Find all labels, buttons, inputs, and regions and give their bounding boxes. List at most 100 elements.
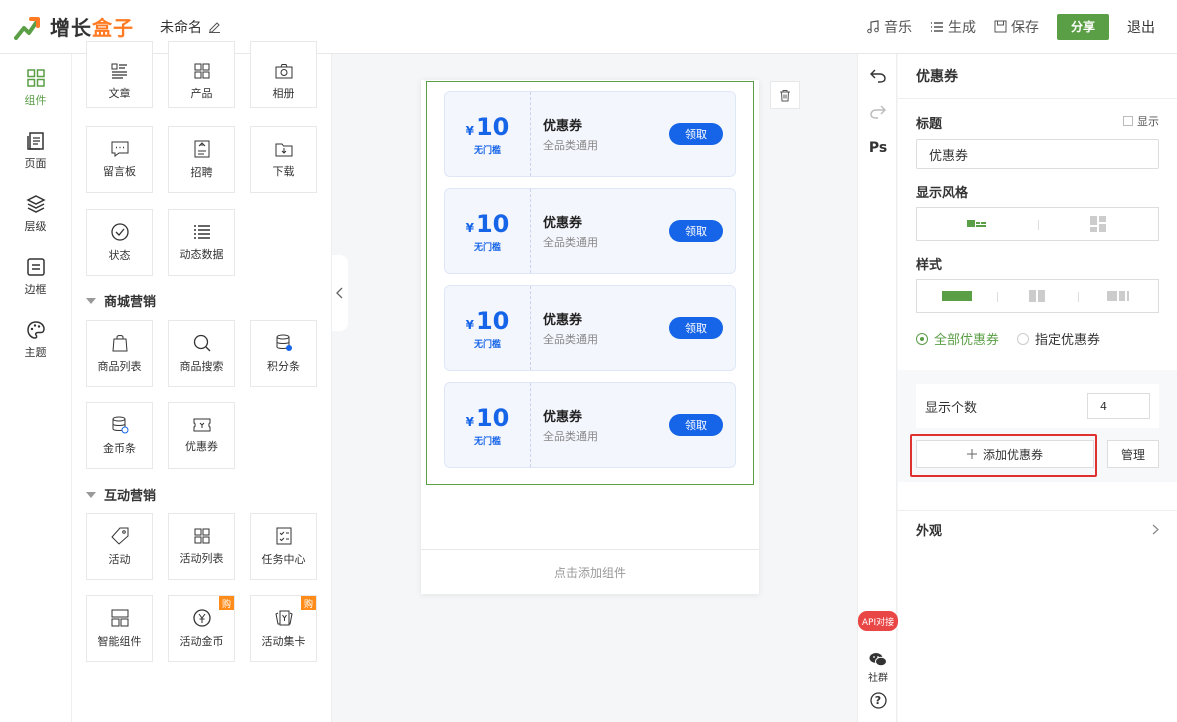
rail-label-components: 组件 <box>24 93 47 107</box>
show-title-toggle[interactable]: 显示 <box>1123 113 1159 129</box>
api-badge[interactable]: API对接 <box>858 611 898 631</box>
share-button[interactable]: 分享 <box>1057 13 1109 40</box>
rail-item-theme[interactable]: 主题 <box>0 308 71 371</box>
widget-label: 相册 <box>272 86 295 100</box>
check-circle-icon <box>110 222 129 241</box>
widget-recruit[interactable]: 招聘 <box>168 126 235 193</box>
coupon-value: ¥10 无门槛 <box>445 286 531 370</box>
widget-label: 优惠券 <box>185 439 218 453</box>
coupon-card: ¥10 无门槛 优惠券 全品类通用 领取 <box>444 382 736 468</box>
widget-article[interactable]: 文章 <box>86 41 153 108</box>
radio-dot[interactable] <box>1017 332 1030 345</box>
title-label: 标题 <box>916 117 943 132</box>
single-column-icon <box>942 291 973 301</box>
widget-label: 活动金币 <box>179 634 224 648</box>
display-count-label: 显示个数 <box>925 400 978 416</box>
pattern-option-scroll[interactable] <box>1077 280 1158 312</box>
music-icon <box>867 19 879 33</box>
style-option-grid[interactable] <box>1037 208 1159 240</box>
radio-specific-coupons[interactable]: 指定优惠券 <box>1017 329 1100 348</box>
product-icon <box>194 63 209 78</box>
widget-smart-component[interactable]: 智能组件 <box>86 595 153 662</box>
add-component-button[interactable]: 点击添加组件 <box>421 549 759 594</box>
widget-status[interactable]: 状态 <box>86 209 153 276</box>
settings-panel: 优惠券 标题 显示 优惠券 显示风格 样式 全部优惠券 指定优惠券 显示个数 4… <box>898 54 1177 722</box>
grid-icon <box>26 68 45 87</box>
widget-product-search[interactable]: 商品搜索 <box>168 320 235 387</box>
widget-activity-list[interactable]: 活动列表 <box>168 513 235 580</box>
exit-button[interactable]: 退出 <box>1127 17 1155 37</box>
manage-button[interactable]: 管理 <box>1107 440 1159 468</box>
rail-label-theme: 主题 <box>24 345 47 359</box>
coupon-condition: 无门槛 <box>473 145 501 156</box>
show-label: 显示 <box>1137 115 1159 128</box>
article-icon <box>111 63 127 79</box>
music-button[interactable]: 音乐 <box>866 17 912 37</box>
widget-product-list[interactable]: 商品列表 <box>86 320 153 387</box>
delete-component-button[interactable] <box>770 81 800 109</box>
radio-all-coupons[interactable]: 全部优惠券 <box>916 329 999 348</box>
display-count-input[interactable]: 4 <box>1087 393 1150 419</box>
grid-style-icon <box>1089 216 1106 232</box>
widget-activity[interactable]: 活动 <box>86 513 153 580</box>
collapse-panel-handle[interactable] <box>332 255 348 331</box>
radio-specific-label: 指定优惠券 <box>1035 333 1101 348</box>
rail-item-border[interactable]: 边框 <box>0 245 71 308</box>
widget-label: 文章 <box>108 86 131 100</box>
widget-coupon[interactable]: 优惠券 <box>168 402 235 469</box>
coupon-amount: 10 <box>475 112 510 141</box>
section-interactive-marketing[interactable]: 互动营销 <box>86 485 156 504</box>
radio-dot-selected[interactable] <box>916 332 928 345</box>
rail-item-components[interactable]: 组件 <box>0 56 71 119</box>
rail-item-pages[interactable]: 页面 <box>0 119 71 182</box>
brand-name-b: 盒子 <box>92 16 134 40</box>
show-checkbox[interactable] <box>1123 116 1133 126</box>
coupon-currency: ¥ <box>465 123 474 138</box>
doc-name[interactable]: 未命名 <box>160 17 221 37</box>
widget-album[interactable]: 相册 <box>250 41 317 108</box>
border-icon <box>26 257 45 276</box>
generate-button[interactable]: 生成 <box>930 17 976 37</box>
widget-label: 产品 <box>190 86 213 100</box>
logo: 增长盒子 <box>14 12 134 41</box>
coupon-condition: 无门槛 <box>473 242 501 253</box>
edit-icon[interactable] <box>208 20 221 33</box>
download-icon <box>275 143 292 156</box>
widget-points-bar[interactable]: 积分条 <box>250 320 317 387</box>
community-button[interactable]: 社群 <box>858 650 898 686</box>
save-button[interactable]: 保存 <box>994 17 1039 37</box>
widget-activity-coin[interactable]: 购 活动金币 <box>168 595 235 662</box>
coupon-condition: 无门槛 <box>473 339 501 350</box>
coupon-component-selected[interactable]: ¥10 无门槛 优惠券 全品类通用 领取 ¥10 无门槛 优惠券 全品类通用 领… <box>426 81 754 485</box>
style-option-list[interactable] <box>917 208 1038 240</box>
save-icon <box>994 20 1007 33</box>
title-input[interactable]: 优惠券 <box>916 139 1159 169</box>
help-button[interactable]: ? <box>858 690 898 710</box>
widget-gold-bar[interactable]: 金币条 <box>86 402 153 469</box>
widget-message-board[interactable]: 留言板 <box>86 126 153 193</box>
redo-button[interactable] <box>858 102 898 122</box>
coupon-card: ¥10 无门槛 优惠券 全品类通用 领取 <box>444 285 736 371</box>
widget-collect-cards[interactable]: 购 活动集卡 <box>250 595 317 662</box>
ps-button[interactable]: Ps <box>858 138 898 158</box>
rail-label-layers: 层级 <box>24 219 47 233</box>
layout-icon <box>111 609 128 626</box>
widget-label: 动态数据 <box>179 247 224 261</box>
coupon-amount: 10 <box>475 306 510 335</box>
rail-item-layers[interactable]: 层级 <box>0 182 71 245</box>
pattern-option-double[interactable] <box>997 280 1077 312</box>
section-interactive-label: 互动营销 <box>104 489 157 504</box>
list-style-icon <box>967 220 987 227</box>
widget-dynamic-data[interactable]: 动态数据 <box>168 209 235 276</box>
widget-product[interactable]: 产品 <box>168 41 235 108</box>
appearance-section[interactable]: 外观 <box>898 510 1177 548</box>
pattern-option-single[interactable] <box>917 280 997 312</box>
widget-task-center[interactable]: 任务中心 <box>250 513 317 580</box>
undo-button[interactable] <box>858 66 898 86</box>
claim-button[interactable]: 领取 <box>669 220 723 242</box>
claim-button[interactable]: 领取 <box>669 414 723 436</box>
claim-button[interactable]: 领取 <box>669 123 723 145</box>
section-mall-marketing[interactable]: 商城营销 <box>86 291 156 310</box>
claim-button[interactable]: 领取 <box>669 317 723 339</box>
widget-download[interactable]: 下载 <box>250 126 317 193</box>
